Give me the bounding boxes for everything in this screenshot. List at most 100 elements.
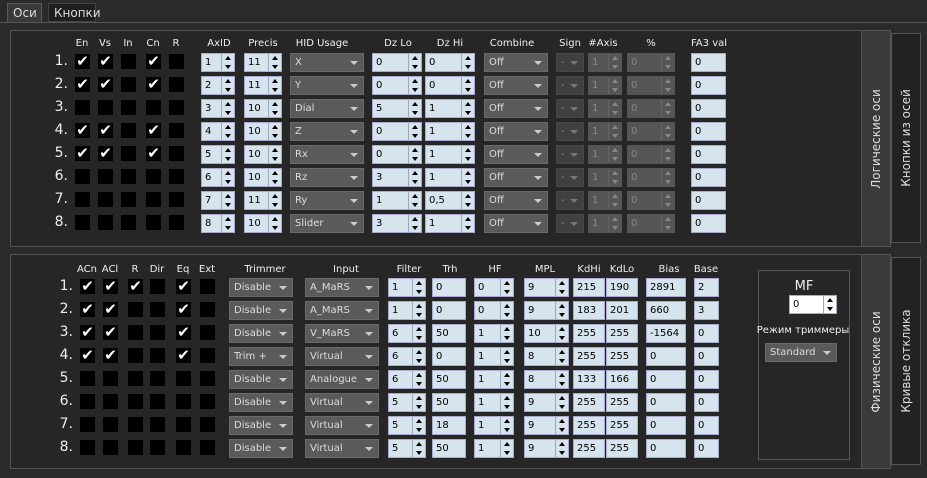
- mf-spinbox[interactable]: 0: [789, 295, 837, 314]
- combine-select[interactable]: Off: [484, 168, 548, 187]
- spin-arrows-icon[interactable]: [461, 123, 474, 140]
- axid-spinbox[interactable]: 3: [201, 99, 235, 118]
- base-field[interactable]: 3: [694, 301, 719, 320]
- filter-spinbox[interactable]: 1: [388, 278, 426, 297]
- spin-arrows-icon[interactable]: [221, 146, 234, 163]
- spin-arrows-icon[interactable]: [221, 192, 234, 209]
- mpl-spinbox[interactable]: 9: [524, 393, 569, 412]
- hf-spinbox[interactable]: 1: [474, 416, 514, 435]
- spin-arrows-icon[interactable]: [555, 440, 568, 457]
- spin-arrows-icon[interactable]: [268, 54, 281, 71]
- kdhi-field[interactable]: 183: [573, 301, 605, 320]
- checkbox-vs[interactable]: [98, 169, 113, 184]
- kdlo-field[interactable]: 255: [606, 347, 638, 366]
- checkbox-r[interactable]: [128, 440, 143, 455]
- hf-spinbox[interactable]: 1: [474, 393, 514, 412]
- checkbox-r[interactable]: [128, 348, 143, 363]
- side-tab-physical-axes[interactable]: Физические оси: [861, 254, 891, 469]
- checkbox-acn[interactable]: ✔: [80, 325, 95, 340]
- hf-spinbox[interactable]: 0: [474, 301, 514, 320]
- spin-arrows-icon[interactable]: [555, 302, 568, 319]
- spin-arrows-icon[interactable]: [268, 77, 281, 94]
- checkbox-eq[interactable]: [176, 394, 191, 409]
- hf-spinbox[interactable]: 0: [474, 278, 514, 297]
- kdhi-field[interactable]: 255: [573, 416, 605, 435]
- spin-arrows-icon[interactable]: [555, 417, 568, 434]
- kdhi-field[interactable]: 255: [573, 393, 605, 412]
- kdlo-field[interactable]: 255: [606, 439, 638, 458]
- dz-lo-spinbox[interactable]: 3: [372, 168, 422, 187]
- kdlo-field[interactable]: 255: [606, 393, 638, 412]
- axid-spinbox[interactable]: 6: [201, 168, 235, 187]
- hid-usage-select[interactable]: Z: [290, 122, 364, 141]
- checkbox-cn[interactable]: ✔: [146, 146, 161, 161]
- trimmer-select[interactable]: Disable: [229, 301, 293, 320]
- checkbox-eq[interactable]: ✔: [176, 348, 191, 363]
- checkbox-r[interactable]: ✔: [128, 279, 143, 294]
- kdhi-field[interactable]: 133: [573, 370, 605, 389]
- axid-spinbox[interactable]: 8: [201, 214, 235, 233]
- combine-select[interactable]: Off: [484, 214, 548, 233]
- spin-arrows-icon[interactable]: [500, 348, 513, 365]
- precis-spinbox[interactable]: 10: [244, 168, 282, 187]
- fa3-value-field[interactable]: 0: [691, 99, 726, 118]
- checkbox-r[interactable]: [128, 371, 143, 386]
- input-select[interactable]: Virtual: [305, 439, 379, 458]
- checkbox-r[interactable]: [128, 302, 143, 317]
- dz-hi-spinbox[interactable]: 0,5: [425, 191, 475, 210]
- checkbox-vs[interactable]: ✔: [98, 146, 113, 161]
- checkbox-vs[interactable]: [98, 192, 113, 207]
- precis-spinbox[interactable]: 11: [244, 53, 282, 72]
- mpl-spinbox[interactable]: 8: [524, 370, 569, 389]
- tab-buttons[interactable]: Кнопки: [48, 3, 101, 22]
- spin-arrows-icon[interactable]: [500, 371, 513, 388]
- spin-arrows-icon[interactable]: [221, 169, 234, 186]
- base-field[interactable]: 0: [694, 393, 719, 412]
- combine-select[interactable]: Off: [484, 191, 548, 210]
- mpl-spinbox[interactable]: 10: [524, 324, 569, 343]
- checkbox-r[interactable]: [169, 192, 184, 207]
- checkbox-ext[interactable]: [200, 279, 215, 294]
- fa3-value-field[interactable]: 0: [691, 191, 726, 210]
- checkbox-acn[interactable]: ✔: [80, 348, 95, 363]
- spin-arrows-icon[interactable]: [500, 417, 513, 434]
- checkbox-acn[interactable]: ✔: [80, 302, 95, 317]
- trh-field[interactable]: 50: [432, 439, 466, 458]
- checkbox-acl[interactable]: ✔: [103, 348, 118, 363]
- checkbox-acn[interactable]: [80, 371, 95, 386]
- hid-usage-select[interactable]: Slider: [290, 214, 364, 233]
- spin-arrows-icon[interactable]: [221, 100, 234, 117]
- fa3-value-field[interactable]: 0: [691, 122, 726, 141]
- spin-arrows-icon[interactable]: [268, 169, 281, 186]
- input-select[interactable]: Virtual: [305, 416, 379, 435]
- checkbox-ext[interactable]: [200, 440, 215, 455]
- trimmer-select[interactable]: Disable: [229, 439, 293, 458]
- input-select[interactable]: Analogue: [305, 370, 379, 389]
- hid-usage-select[interactable]: Rz: [290, 168, 364, 187]
- checkbox-cn[interactable]: ✔: [146, 54, 161, 69]
- spin-arrows-icon[interactable]: [408, 215, 421, 232]
- trh-field[interactable]: 0: [432, 347, 466, 366]
- axid-spinbox[interactable]: 4: [201, 122, 235, 141]
- filter-spinbox[interactable]: 6: [388, 370, 426, 389]
- spin-arrows-icon[interactable]: [461, 54, 474, 71]
- checkbox-dir[interactable]: [150, 325, 165, 340]
- checkbox-cn[interactable]: [146, 192, 161, 207]
- spin-arrows-icon[interactable]: [268, 192, 281, 209]
- checkbox-ext[interactable]: [200, 417, 215, 432]
- spin-arrows-icon[interactable]: [221, 123, 234, 140]
- axid-spinbox[interactable]: 7: [201, 191, 235, 210]
- combine-select[interactable]: Off: [484, 145, 548, 164]
- spin-arrows-icon[interactable]: [412, 348, 425, 365]
- spin-arrows-icon[interactable]: [221, 215, 234, 232]
- checkbox-eq[interactable]: [176, 440, 191, 455]
- checkbox-r[interactable]: [169, 215, 184, 230]
- checkbox-r[interactable]: [169, 100, 184, 115]
- checkbox-vs[interactable]: ✔: [98, 123, 113, 138]
- hf-spinbox[interactable]: 1: [474, 324, 514, 343]
- base-field[interactable]: 0: [694, 370, 719, 389]
- hid-usage-select[interactable]: Dial: [290, 99, 364, 118]
- checkbox-r[interactable]: [169, 54, 184, 69]
- spin-arrows-icon[interactable]: [412, 394, 425, 411]
- spin-arrows-icon[interactable]: [555, 348, 568, 365]
